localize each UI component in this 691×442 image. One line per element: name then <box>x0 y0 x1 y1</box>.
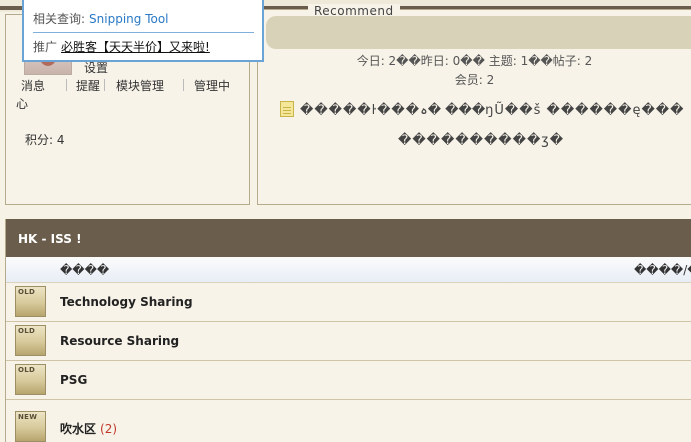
nav-module-management[interactable]: 模块管理 <box>116 77 164 94</box>
promo-link[interactable]: 必胜客【天天半价】又来啦! <box>61 40 210 54</box>
recommend-bar <box>266 16 691 49</box>
note-icon <box>280 101 294 117</box>
board-name[interactable]: PSG <box>60 373 87 387</box>
popup-divider <box>33 32 254 33</box>
stats-line: 今日: 2��昨日: 0�� 主题: 1��帖子: 2 <box>356 54 593 68</box>
old-board-icon: OLD <box>15 325 46 356</box>
board-post-count: (2) <box>100 422 118 436</box>
section-header: HK - ISS ! <box>6 219 691 257</box>
nav-admin-center-wrap[interactable]: 心 <box>16 95 28 112</box>
promo-row: 推广 必胜客【天天半价】又来啦! <box>33 38 210 55</box>
board-name[interactable]: Resource Sharing <box>60 334 179 348</box>
related-search-label: 相关查询: <box>33 12 86 26</box>
promo-label: 推广 <box>33 40 58 54</box>
announcement[interactable]: �����ŀ���ہ� ���ŋŨ��š ������ę��� <box>280 101 684 118</box>
points-label: 积分: 4 <box>25 133 65 147</box>
nav-separator <box>66 79 67 91</box>
board-row[interactable]: OLD Technology Sharing <box>6 283 691 322</box>
board-row[interactable]: NEW 吹水区 (2) <box>6 400 691 442</box>
announcement-text: �����ŀ���ہ� ���ŋŨ��š ������ę��� <box>300 103 685 118</box>
nav-reminders[interactable]: 提醒 <box>76 77 100 94</box>
board-row[interactable]: OLD PSG <box>6 361 691 400</box>
board-row[interactable]: OLD Resource Sharing <box>6 322 691 361</box>
recommend-panel: Recommend 今日: 2��昨日: 0�� 主题: 1��帖子: 2 会员… <box>257 4 691 205</box>
section-title[interactable]: HK - ISS ! <box>18 232 82 246</box>
member-count: 会员: 2 <box>454 73 495 87</box>
nav-admin-center[interactable]: 管理中 <box>194 77 230 94</box>
column-header: ���� ����/� <box>6 257 691 283</box>
board-name[interactable]: 吹水区 (2) <box>60 420 117 437</box>
column-forum: ���� <box>60 263 110 277</box>
column-posts: ����/� <box>634 263 691 277</box>
related-search-row: 相关查询: Snipping Tool <box>33 10 169 27</box>
forum-section: HK - ISS ! ���� ����/� OLD Technology Sh… <box>5 219 691 442</box>
related-search-popup: 相关查询: Snipping Tool 推广 必胜客【天天半价】又来啦! <box>22 0 264 62</box>
board-name[interactable]: Technology Sharing <box>60 295 193 309</box>
new-board-icon: NEW <box>15 411 46 442</box>
forum-stats: 今日: 2��昨日: 0�� 主题: 1��帖子: 2 会员: 2 <box>258 52 691 90</box>
nav-separator <box>104 79 105 91</box>
nav-separator <box>183 79 184 91</box>
old-board-icon: OLD <box>15 364 46 395</box>
announcement-continued: ����������ʒ� <box>398 133 565 148</box>
old-board-icon: OLD <box>15 286 46 317</box>
related-search-link[interactable]: Snipping Tool <box>89 12 168 26</box>
nav-messages[interactable]: 消息 <box>21 77 45 94</box>
